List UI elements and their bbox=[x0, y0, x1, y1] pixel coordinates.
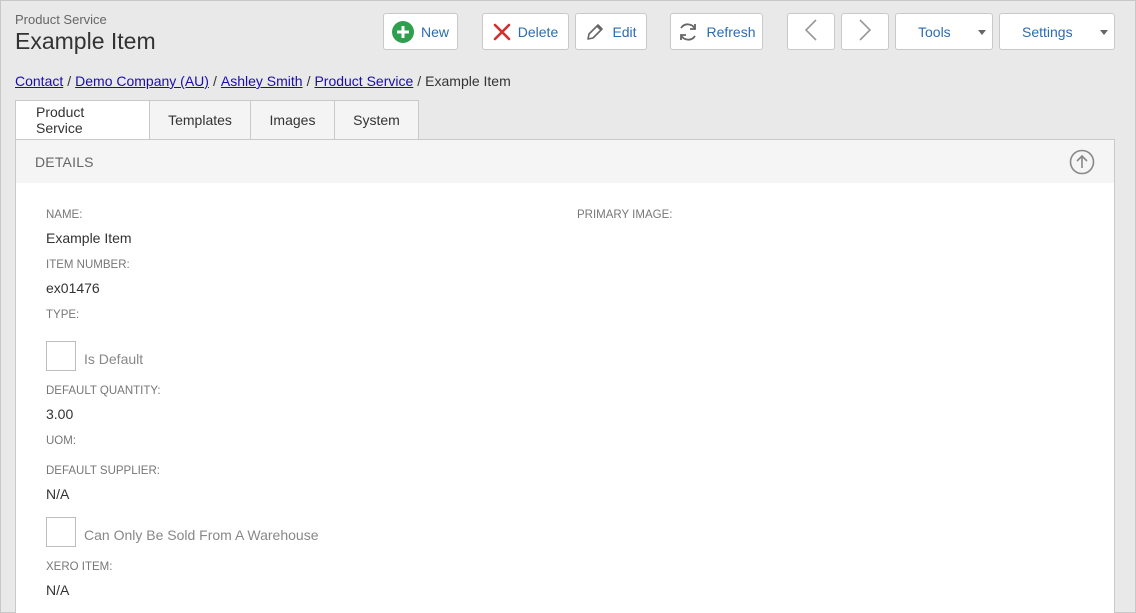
xero-item-value: N/A bbox=[46, 582, 70, 598]
caret-down-icon bbox=[1100, 30, 1108, 35]
tab-images[interactable]: Images bbox=[251, 100, 335, 140]
plus-circle-icon bbox=[391, 20, 414, 43]
uom-label: UOM: bbox=[46, 435, 77, 447]
tab-templates[interactable]: Templates bbox=[150, 100, 251, 140]
breadcrumb-link-product-service[interactable]: Product Service bbox=[314, 73, 413, 89]
collapse-up-icon[interactable] bbox=[1069, 149, 1095, 175]
chevron-right-icon bbox=[858, 18, 872, 45]
delete-button-label: Delete bbox=[517, 23, 559, 40]
primary-image-label: PRIMARY IMAGE: bbox=[577, 209, 673, 221]
tab-product-service[interactable]: Product Service bbox=[15, 100, 150, 140]
item-number-value: ex01476 bbox=[46, 280, 100, 296]
caret-down-icon bbox=[978, 30, 986, 35]
name-value: Example Item bbox=[46, 230, 132, 246]
is-default-checkbox[interactable] bbox=[46, 341, 76, 371]
page-subtitle: Product Service bbox=[15, 12, 107, 27]
breadcrumb-separator: / bbox=[306, 73, 311, 89]
settings-dropdown-label: Settings bbox=[1022, 23, 1073, 40]
name-label: NAME: bbox=[46, 209, 83, 221]
breadcrumb-link-person[interactable]: Ashley Smith bbox=[221, 73, 303, 89]
tab-system[interactable]: System bbox=[335, 100, 419, 140]
xero-item-label: XERO ITEM: bbox=[46, 561, 113, 573]
breadcrumb: Contact / Demo Company (AU) / Ashley Smith / P… bbox=[15, 73, 511, 89]
pencil-icon bbox=[585, 22, 605, 42]
tools-dropdown[interactable]: Tools bbox=[895, 13, 993, 50]
page-title: Example Item bbox=[15, 28, 156, 54]
breadcrumb-separator: / bbox=[67, 73, 72, 89]
is-default-label: Is Default bbox=[84, 351, 144, 367]
default-supplier-label: DEFAULT SUPPLIER: bbox=[46, 465, 160, 477]
details-heading: DETAILS bbox=[35, 153, 94, 170]
tab-bar: Product Service Templates Images System bbox=[15, 100, 419, 140]
warehouse-only-label: Can Only Be Sold From A Warehouse bbox=[84, 527, 319, 543]
type-label: TYPE: bbox=[46, 309, 80, 321]
breadcrumb-separator: / bbox=[212, 73, 217, 89]
default-quantity-value: 3.00 bbox=[46, 406, 74, 422]
new-button[interactable]: New bbox=[383, 13, 458, 50]
warehouse-only-checkbox[interactable] bbox=[46, 517, 76, 547]
edit-button[interactable]: Edit bbox=[575, 13, 647, 50]
default-quantity-label: DEFAULT QUANTITY: bbox=[46, 385, 161, 397]
edit-button-label: Edit bbox=[612, 23, 637, 40]
breadcrumb-current: Example Item bbox=[425, 73, 511, 89]
previous-button[interactable] bbox=[787, 13, 835, 50]
default-supplier-value: N/A bbox=[46, 486, 70, 502]
breadcrumb-link-company[interactable]: Demo Company (AU) bbox=[75, 73, 209, 89]
next-button[interactable] bbox=[841, 13, 889, 50]
new-button-label: New bbox=[420, 23, 449, 40]
settings-dropdown[interactable]: Settings bbox=[999, 13, 1115, 50]
close-icon bbox=[493, 23, 511, 41]
refresh-button[interactable]: Refresh bbox=[670, 13, 763, 50]
tools-dropdown-label: Tools bbox=[918, 23, 951, 40]
breadcrumb-separator: / bbox=[417, 73, 422, 89]
item-number-label: ITEM NUMBER: bbox=[46, 259, 130, 271]
refresh-icon bbox=[677, 21, 699, 43]
details-panel: DETAILS NAME: Example Item ITEM NUMBER: … bbox=[15, 139, 1115, 613]
refresh-button-label: Refresh bbox=[706, 23, 756, 40]
chevron-left-icon bbox=[804, 18, 818, 45]
breadcrumb-link-contact[interactable]: Contact bbox=[15, 73, 63, 89]
details-panel-header: DETAILS bbox=[16, 140, 1114, 183]
delete-button[interactable]: Delete bbox=[482, 13, 569, 50]
app-window: Product Service Example Item New Delete … bbox=[0, 0, 1136, 613]
